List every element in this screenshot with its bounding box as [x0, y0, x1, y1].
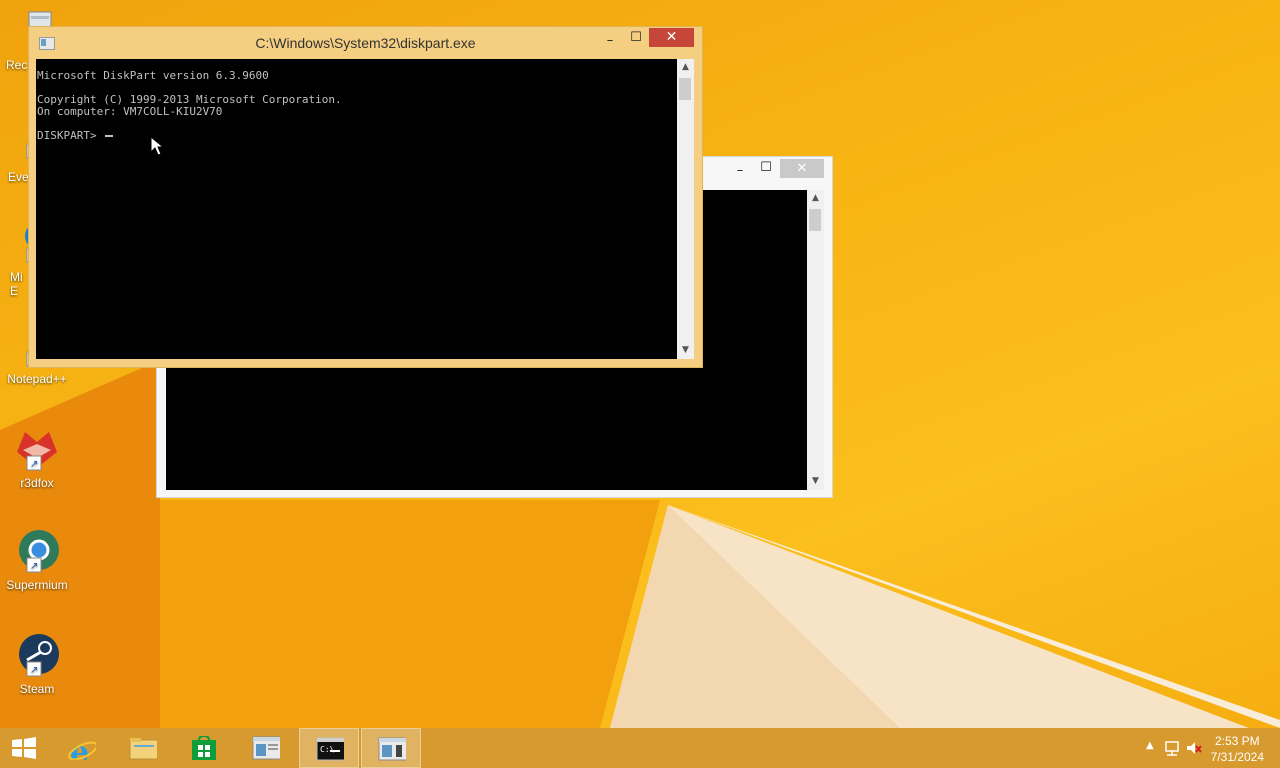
svg-text:C:\: C:\: [320, 745, 335, 754]
window-app-icon: [378, 737, 406, 761]
command-prompt: DISKPART>: [37, 129, 104, 142]
volume-muted-icon[interactable]: [1186, 740, 1202, 756]
minimize-button[interactable]: –: [597, 31, 623, 50]
vertical-scrollbar[interactable]: ▲ ▼: [677, 59, 694, 359]
internet-explorer-button[interactable]: e: [52, 728, 112, 768]
taskbar: e C:\ ▲ 2:53 PM 7/31/2024: [0, 728, 1280, 768]
text-cursor: [105, 135, 114, 137]
maximize-button[interactable]: ☐: [753, 158, 779, 177]
show-hidden-icons-icon[interactable]: ▲: [1146, 740, 1154, 751]
command-prompt-button[interactable]: C:\: [299, 728, 359, 768]
scroll-up-icon[interactable]: ▲: [677, 59, 694, 76]
svg-text:↗: ↗: [30, 561, 38, 572]
network-icon[interactable]: [1164, 740, 1180, 756]
store-button[interactable]: [174, 728, 234, 768]
windows-logo-icon: [12, 737, 36, 759]
scroll-up-icon[interactable]: ▲: [807, 190, 824, 207]
internet-explorer-icon: e: [68, 736, 96, 760]
desktop-icon-label: Steam: [19, 682, 55, 696]
system-tray: ▲ 2:53 PM 7/31/2024: [1120, 728, 1280, 768]
title-bar[interactable]: C:\Windows\System32\diskpart.exe – ☐ ✕: [29, 27, 702, 58]
desktop-icon-label: r3dfox: [20, 476, 54, 490]
svg-text:↗: ↗: [30, 459, 38, 470]
file-explorer-button[interactable]: [113, 728, 173, 768]
clock-time: 2:53 PM: [1214, 734, 1260, 748]
desktop-icon-supermium[interactable]: ↗ Supermium: [0, 528, 74, 592]
diskpart-button[interactable]: [361, 728, 421, 768]
desktop: Rec ↗ Eve ↗ Mi E ↗ Notepad++ ↗ r3dfox ↗ …: [0, 0, 1280, 728]
desktop-icon-label: Supermium: [6, 578, 68, 592]
console-output[interactable]: Microsoft DiskPart version 6.3.9600 Copy…: [36, 59, 677, 359]
console-line: On computer: VM7COLL-KIU2V70: [37, 105, 223, 118]
desktop-icon-label: Notepad++: [7, 372, 67, 386]
console-prompt-line[interactable]: DISKPART>: [36, 130, 677, 142]
store-icon: [192, 736, 216, 760]
diskpart-window[interactable]: C:\Windows\System32\diskpart.exe – ☐ ✕ M…: [28, 26, 703, 368]
clock-date: 7/31/2024: [1210, 750, 1264, 764]
close-button[interactable]: ✕: [649, 28, 694, 47]
start-button[interactable]: [0, 728, 48, 768]
r3dfox-icon: ↗: [13, 426, 61, 474]
scroll-down-icon[interactable]: ▼: [807, 473, 824, 490]
scroll-thumb[interactable]: [679, 78, 691, 100]
scroll-thumb[interactable]: [809, 209, 821, 231]
desktop-icon-steam[interactable]: ↗ Steam: [0, 632, 74, 696]
steam-icon: ↗: [13, 632, 61, 680]
cmd-icon: C:\: [316, 737, 344, 761]
desktop-icon-r3dfox[interactable]: ↗ r3dfox: [0, 426, 74, 490]
window-app-button[interactable]: [236, 728, 296, 768]
mouse-pointer-icon: [150, 136, 164, 156]
window-app-icon: [252, 736, 280, 760]
supermium-icon: ↗: [13, 528, 61, 576]
scroll-down-icon[interactable]: ▼: [677, 342, 694, 359]
clock[interactable]: 2:53 PM 7/31/2024: [1211, 733, 1264, 765]
minimize-button[interactable]: –: [727, 161, 753, 180]
close-button[interactable]: ✕: [780, 159, 824, 178]
svg-text:↗: ↗: [30, 665, 38, 676]
maximize-button[interactable]: ☐: [623, 28, 649, 47]
folder-icon: [129, 738, 157, 760]
vertical-scrollbar[interactable]: ▲ ▼: [807, 190, 824, 490]
console-line: Microsoft DiskPart version 6.3.9600: [37, 69, 269, 82]
